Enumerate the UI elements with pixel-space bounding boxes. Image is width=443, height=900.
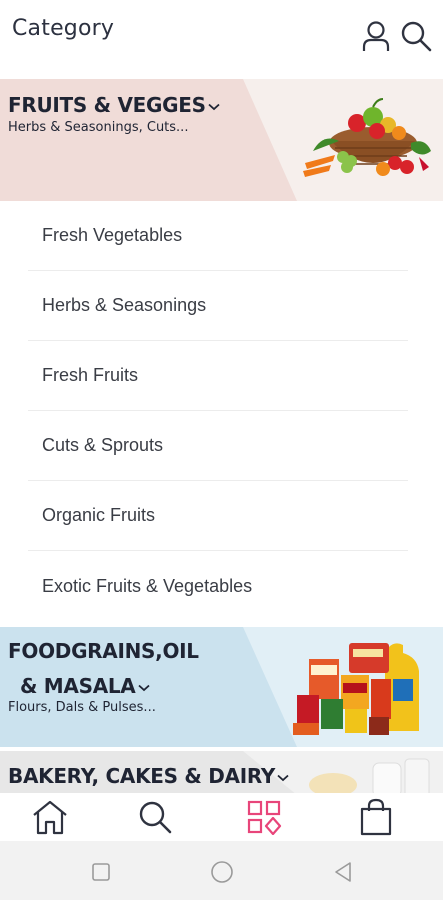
category-name-line1: FOODGRAINS,OIL — [8, 639, 199, 663]
chevron-down-icon — [277, 774, 289, 781]
back-triangle-icon[interactable] — [331, 860, 355, 884]
category-subtitle: Flours, Dals & Pulses... — [8, 700, 156, 715]
categories-icon[interactable] — [242, 797, 286, 837]
subcategory-item[interactable]: Organic Fruits — [28, 481, 408, 551]
subcategory-label: Fresh Fruits — [42, 365, 139, 385]
chevron-down-icon — [208, 103, 220, 110]
subcategory-list: Fresh Vegetables Herbs & Seasonings Fres… — [0, 201, 443, 624]
page-title: Category — [12, 16, 115, 41]
subcategory-item[interactable]: Fresh Vegetables — [28, 201, 408, 271]
category-banner-fruits-vegges[interactable]: FRUITS & VEGGES Herbs & Seasonings, Cuts… — [0, 79, 443, 201]
subcategory-label: Exotic Fruits & Vegetables — [42, 575, 253, 596]
category-name: FRUITS & VEGGES — [8, 93, 220, 117]
search-icon[interactable] — [133, 797, 177, 837]
bakery-products-image — [309, 758, 430, 795]
subcategory-label: Herbs & Seasonings — [42, 295, 207, 315]
search-icon[interactable] — [398, 16, 434, 56]
category-banner-bakery[interactable]: BAKERY, CAKES & DAIRY — [0, 751, 443, 795]
app-header: Category — [0, 0, 443, 78]
subcategory-label: Fresh Vegetables — [42, 225, 183, 245]
subcategory-item[interactable]: Cuts & Sprouts — [28, 411, 408, 481]
system-navigation-bar — [0, 841, 443, 900]
subcategory-item[interactable]: Exotic Fruits & Vegetables — [28, 551, 408, 621]
subcategory-item[interactable]: Herbs & Seasonings — [28, 271, 408, 341]
bottom-navigation — [0, 793, 443, 841]
user-icon[interactable] — [358, 16, 394, 56]
subcategory-label: Organic Fruits — [42, 505, 156, 525]
fruits-basket-image — [303, 98, 431, 177]
subcategory-item[interactable]: Fresh Fruits — [28, 341, 408, 411]
home-circle-icon[interactable] — [210, 860, 234, 884]
recent-apps-icon[interactable] — [89, 860, 113, 884]
subcategory-label: Cuts & Sprouts — [42, 435, 164, 455]
category-banner-foodgrains[interactable]: FOODGRAINS,OIL & MASALA Flours, Dals & P… — [0, 627, 443, 747]
cart-icon[interactable] — [354, 797, 398, 837]
category-name: BAKERY, CAKES & DAIRY — [8, 764, 289, 788]
home-icon[interactable] — [28, 797, 72, 837]
category-subtitle: Herbs & Seasonings, Cuts... — [8, 120, 189, 135]
grocery-products-image — [293, 643, 419, 735]
category-name-line2: & MASALA — [20, 674, 150, 698]
chevron-down-icon — [137, 684, 150, 691]
